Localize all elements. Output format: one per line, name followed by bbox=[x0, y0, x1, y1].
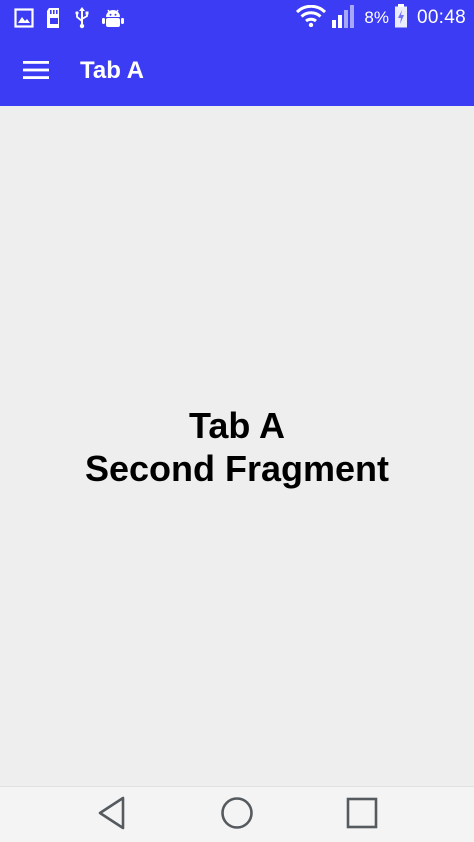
app-header: 8% 00:48 Tab A bbox=[0, 0, 474, 106]
menu-button[interactable] bbox=[16, 52, 56, 92]
system-status-icons: 8% 00:48 bbox=[296, 3, 466, 33]
app-screen: 8% 00:48 Tab A Tab A Second Fragment bbox=[0, 0, 474, 842]
home-button[interactable] bbox=[217, 796, 257, 835]
fragment-title: Second Fragment bbox=[84, 448, 390, 489]
wifi-icon bbox=[296, 4, 327, 32]
battery-percentage: 8% bbox=[364, 8, 389, 27]
fragment-content: Tab A Second Fragment bbox=[0, 106, 474, 786]
clock: 00:48 bbox=[416, 7, 466, 28]
status-bar: 8% 00:48 bbox=[0, 0, 474, 36]
signal-icon bbox=[331, 4, 357, 33]
back-button[interactable] bbox=[92, 796, 132, 835]
navigation-bar bbox=[0, 786, 474, 842]
usb-icon bbox=[74, 7, 90, 29]
recent-apps-icon bbox=[345, 796, 379, 835]
hamburger-menu-icon bbox=[23, 60, 49, 85]
battery-charging-icon bbox=[394, 3, 408, 33]
image-icon bbox=[14, 8, 34, 28]
android-debug-icon bbox=[102, 8, 124, 28]
toolbar: Tab A bbox=[0, 36, 474, 106]
fragment-label: Tab A Second Fragment bbox=[0, 404, 474, 490]
fragment-tab-name: Tab A bbox=[189, 405, 285, 446]
home-icon bbox=[220, 796, 254, 835]
sd-card-icon bbox=[46, 7, 62, 29]
toolbar-title: Tab A bbox=[80, 57, 144, 84]
recent-apps-button[interactable] bbox=[342, 797, 382, 833]
notification-icons bbox=[14, 6, 124, 30]
back-icon bbox=[97, 796, 127, 835]
